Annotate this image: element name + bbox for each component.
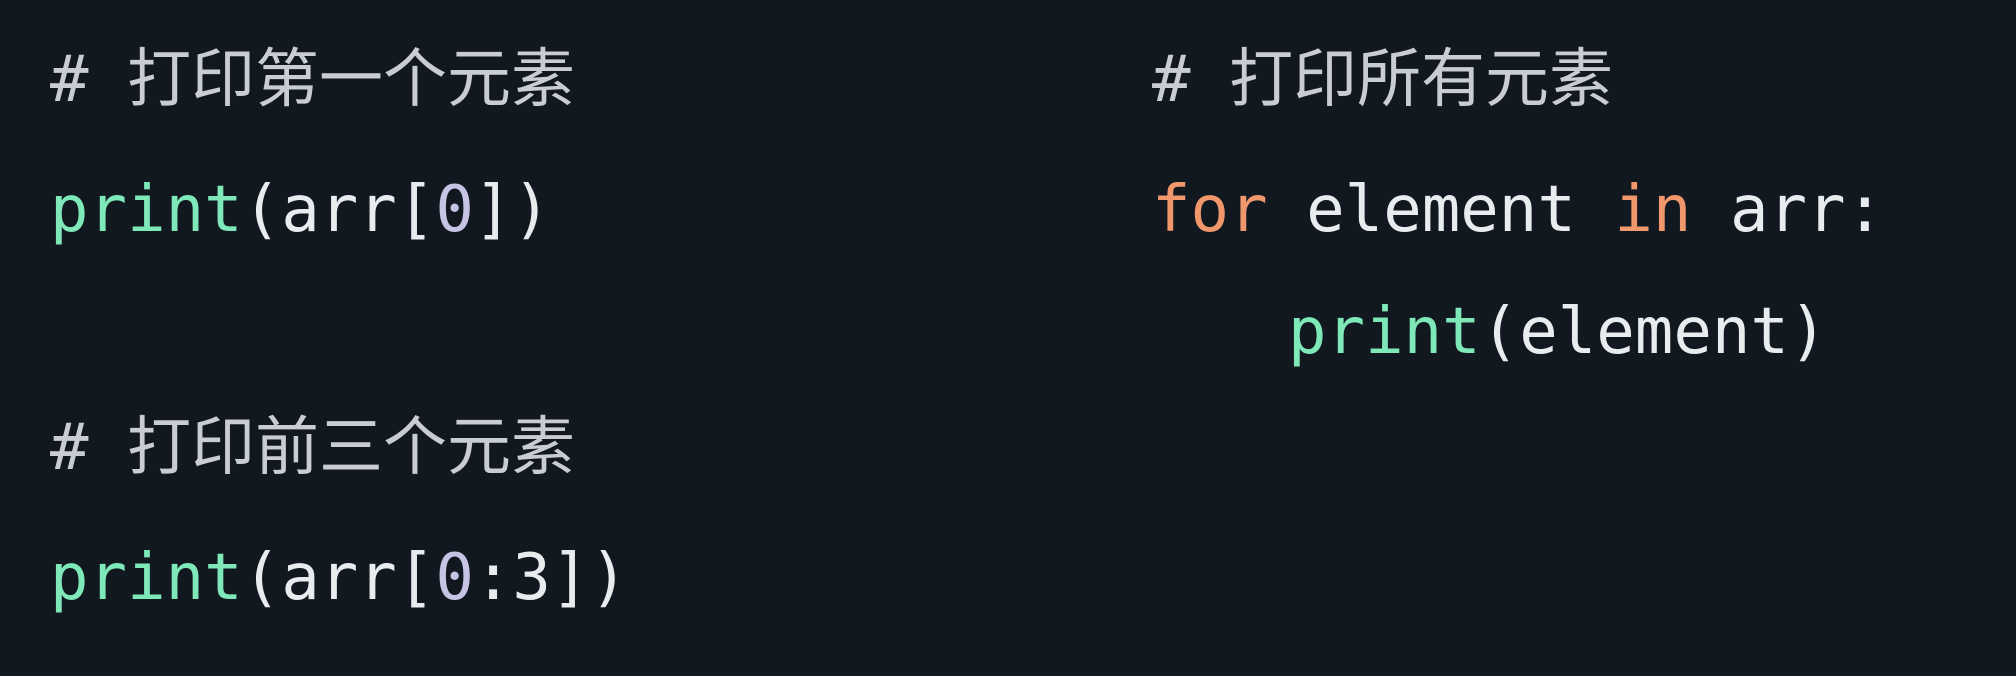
slice-start: 0 [435, 541, 474, 615]
code-slide: { "left": { "comment1": "# 打印第一个元素", "st… [0, 0, 2016, 676]
keyword-for: for [1152, 173, 1268, 247]
code-args-close: ]) [550, 541, 628, 615]
loop-variable: element [1267, 173, 1615, 247]
comment-first-element: # 打印第一个元素 [50, 43, 576, 117]
code-for-loop: for element in arr: [1152, 178, 1884, 242]
code-loop-body: print(element) [1288, 300, 1827, 364]
code-args-open: (arr[ [242, 541, 436, 615]
function-print: print [1288, 295, 1481, 369]
index-zero: 0 [435, 173, 474, 247]
comment-all-elements: # 打印所有元素 [1152, 43, 1614, 117]
slice-end: :3 [473, 541, 551, 615]
keyword-in: in [1614, 173, 1692, 247]
code-args-close: ]) [473, 173, 551, 247]
loop-iterable: arr: [1691, 173, 1885, 247]
code-args-open: (arr[ [242, 173, 436, 247]
code-args: (element) [1480, 295, 1828, 369]
function-print: print [50, 541, 243, 615]
function-print: print [50, 173, 243, 247]
comment-first-three-elements: # 打印前三个元素 [50, 411, 576, 485]
code-print-first-three: print(arr[0:3]) [50, 546, 628, 610]
code-print-first-element: print(arr[0]) [50, 178, 551, 242]
